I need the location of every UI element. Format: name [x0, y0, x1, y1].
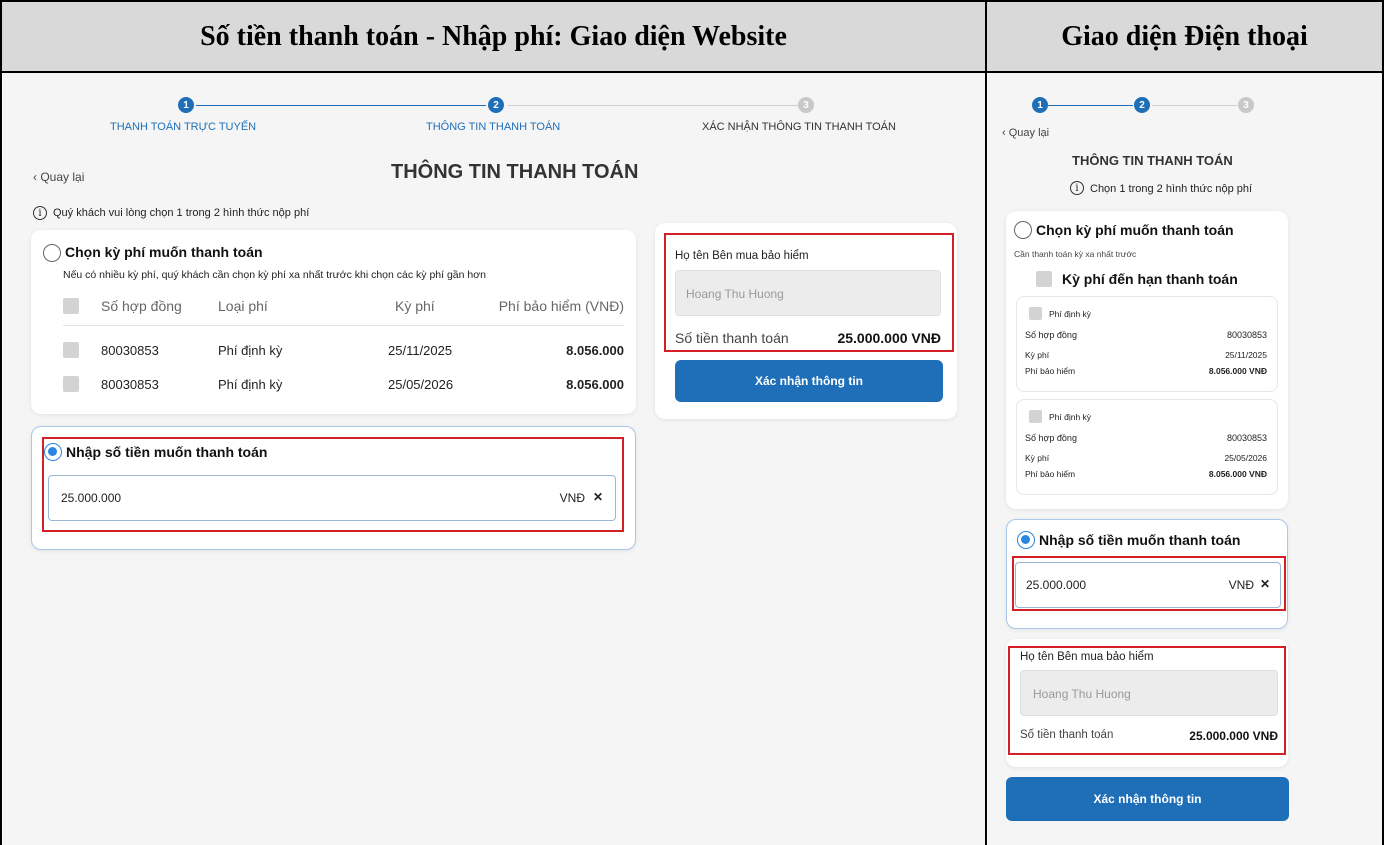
web-column-header: Số tiền thanh toán - Nhập phí: Giao diện…: [2, 2, 985, 71]
premium-value: 8.056.000 VNĐ: [1208, 366, 1267, 376]
row-checkbox[interactable]: [1029, 410, 1042, 423]
back-label: Quay lại: [40, 170, 85, 184]
premium-label: Phí bảo hiểm: [1025, 469, 1076, 479]
premium-value: 8.056.000 VNĐ: [1208, 469, 1267, 479]
step-3-dot: 3: [1238, 97, 1254, 113]
contract-label: Số hợp đồng: [1025, 433, 1077, 443]
option1-title: Chọn kỳ phí muốn thanh toán: [65, 244, 263, 260]
period-value: 25/11/2025: [1225, 350, 1267, 360]
option2-radio[interactable]: [1017, 531, 1035, 549]
table-border-top: [0, 0, 1384, 2]
fee-item-card[interactable]: Phí định kỳ Số hợp đồng 80030853 Kỳ phí …: [1016, 296, 1278, 392]
table-border-mid: [0, 71, 1384, 73]
step-1-label: THANH TOÁN TRỰC TUYẾN: [110, 121, 257, 133]
period-label: Kỳ phí: [1025, 453, 1050, 463]
option1-card: Chọn kỳ phí muốn thanh toán Nếu có nhiều…: [31, 230, 636, 414]
column-header: Loại phí: [218, 298, 268, 314]
column-header: Kỳ phí: [395, 298, 435, 314]
table-cell: Phí định kỳ: [218, 343, 283, 358]
confirm-button[interactable]: Xác nhận thông tin: [675, 360, 943, 402]
fee-item-card[interactable]: Phí định kỳ Số hợp đồng 80030853 Kỳ phí …: [1016, 399, 1278, 495]
step-3-label: XÁC NHẬN THÔNG TIN THANH TOÁN: [702, 121, 896, 133]
comparison-table: Số tiền thanh toán - Nhập phí: Giao diện…: [0, 0, 1384, 845]
fee-type: Phí định kỳ: [1049, 309, 1092, 319]
step-connector-1: [196, 105, 486, 106]
option1-title: Chọn kỳ phí muốn thanh toán: [1036, 222, 1234, 238]
select-all-checkbox[interactable]: [1036, 271, 1052, 287]
table-divider: [63, 325, 624, 326]
step-connector-2: [1152, 105, 1237, 106]
option1-radio[interactable]: [1014, 221, 1032, 239]
premium-label: Phí bảo hiểm: [1025, 366, 1076, 376]
web-screen: 1 2 3 THANH TOÁN TRỰC TUYẾN THÔNG TIN TH…: [3, 73, 985, 845]
highlight-box: [1008, 646, 1286, 755]
table-cell: 25/05/2026: [388, 377, 454, 392]
highlight-box: [664, 233, 954, 352]
option1-hint: Nếu có nhiều kỳ phí, quý khách cần chọn …: [63, 269, 486, 281]
period-value: 25/05/2026: [1224, 453, 1267, 463]
contract-value: 80030853: [1226, 433, 1267, 443]
table-border-divider: [985, 0, 987, 845]
option1-radio[interactable]: [43, 244, 61, 262]
notice-text: Quý khách vui lòng chọn 1 trong 2 hình t…: [53, 207, 310, 219]
chevron-left-icon: ‹: [1002, 127, 1009, 139]
table-border-left: [0, 0, 2, 845]
back-link[interactable]: ‹ Quay lại: [1002, 127, 1049, 139]
row-checkbox[interactable]: [1029, 307, 1042, 320]
table-cell: 25/11/2025: [388, 343, 453, 358]
contract-label: Số hợp đồng: [1025, 330, 1077, 340]
mobile-screen: 1 2 3 ‹ Quay lại THÔNG TIN THANH TOÁN i …: [988, 73, 1382, 845]
table-cell: 80030853: [101, 343, 159, 358]
step-3-dot: 3: [798, 97, 814, 113]
option2-title: Nhập số tiền muốn thanh toán: [1039, 532, 1241, 548]
fee-type: Phí định kỳ: [1049, 412, 1092, 422]
option1-hint: Cần thanh toán kỳ xa nhất trước: [1014, 249, 1137, 259]
option1-card: Chọn kỳ phí muốn thanh toán Cần thanh to…: [1006, 211, 1288, 509]
step-1-dot: 1: [178, 97, 194, 113]
highlight-box: [42, 437, 624, 532]
column-header: Số hợp đồng: [101, 298, 182, 314]
table-cell: 8.056.000: [566, 343, 624, 358]
page-title: THÔNG TIN THANH TOÁN: [391, 161, 639, 183]
step-2-dot: 2: [1134, 97, 1150, 113]
step-connector-2: [508, 105, 798, 106]
highlight-box: [1012, 556, 1286, 611]
back-link[interactable]: ‹ Quay lại: [33, 170, 84, 184]
notice-text: Chọn 1 trong 2 hình thức nộp phí: [1090, 183, 1253, 195]
select-all-checkbox[interactable]: [63, 298, 79, 314]
step-1-dot: 1: [1032, 97, 1048, 113]
page-title: THÔNG TIN THANH TOÁN: [1072, 153, 1233, 168]
back-label: Quay lại: [1008, 127, 1050, 139]
table-cell: Phí định kỳ: [218, 377, 283, 392]
contract-value: 80030853: [1226, 330, 1267, 340]
info-icon: i: [1070, 181, 1084, 195]
table-cell: 8.056.000: [566, 377, 624, 392]
confirm-button[interactable]: Xác nhận thông tin: [1006, 777, 1289, 821]
mobile-column-header: Giao diện Điện thoại: [987, 2, 1382, 71]
row-checkbox[interactable]: [63, 342, 79, 358]
step-2-label: THÔNG TIN THANH TOÁN: [426, 121, 561, 133]
step-connector-1: [1048, 105, 1133, 106]
table-cell: 80030853: [101, 377, 159, 392]
group-label: Kỳ phí đến hạn thanh toán: [1062, 271, 1238, 287]
step-2-dot: 2: [488, 97, 504, 113]
period-label: Kỳ phí: [1025, 350, 1050, 360]
row-checkbox[interactable]: [63, 376, 79, 392]
info-icon: i: [33, 206, 47, 220]
column-header: Phí bảo hiểm (VNĐ): [498, 298, 624, 314]
